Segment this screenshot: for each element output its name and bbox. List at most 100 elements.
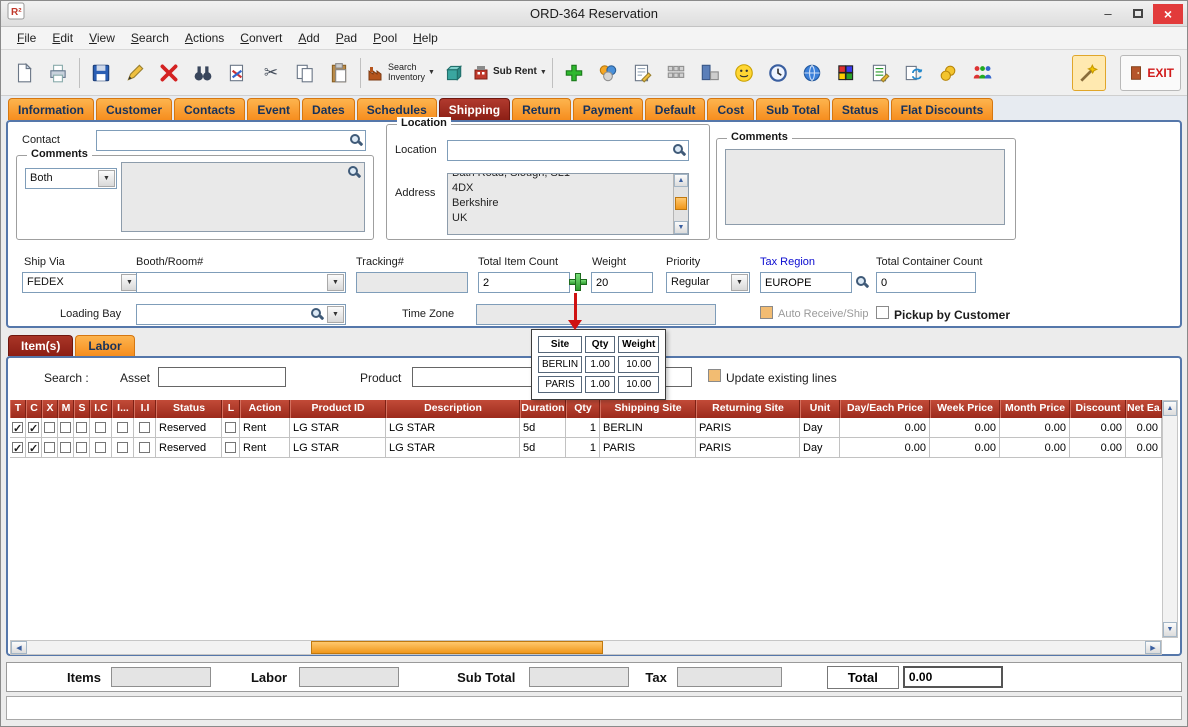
- items-vertical-scrollbar[interactable]: ▲ ▼: [1162, 400, 1178, 638]
- minimize-button[interactable]: –: [1093, 4, 1123, 24]
- table-cell[interactable]: 0.00: [930, 418, 1000, 437]
- tracking-input[interactable]: [356, 272, 468, 293]
- menu-convert[interactable]: Convert: [232, 28, 290, 48]
- search-icon[interactable]: [347, 165, 361, 179]
- chevron-down-icon[interactable]: ▼: [428, 69, 435, 76]
- paste-button[interactable]: [322, 55, 356, 91]
- table-cell[interactable]: Reserved: [156, 418, 222, 437]
- comments-filter-select[interactable]: Both ▼: [25, 168, 117, 189]
- sub-total-input[interactable]: [529, 667, 629, 687]
- table-cell[interactable]: 5d: [520, 418, 566, 437]
- scrollbar-thumb[interactable]: [311, 641, 603, 654]
- sub-rent-button[interactable]: Sub Rent ▼: [470, 55, 548, 91]
- tab-cost[interactable]: Cost: [707, 98, 754, 120]
- new-document-button[interactable]: [7, 55, 41, 91]
- update-existing-lines-checkbox[interactable]: [708, 369, 721, 382]
- column-header-net-ea-[interactable]: Net Ea...: [1126, 400, 1162, 418]
- table-cell[interactable]: PARIS: [600, 438, 696, 457]
- menu-pool[interactable]: Pool: [365, 28, 405, 48]
- scroll-up-button[interactable]: ▲: [674, 174, 688, 187]
- row-checkbox[interactable]: [12, 442, 23, 453]
- weight-input[interactable]: [591, 272, 653, 293]
- globe-button[interactable]: [795, 55, 829, 91]
- column-header-l[interactable]: L: [222, 400, 240, 418]
- row-checkbox[interactable]: [225, 442, 236, 453]
- column-header-discount[interactable]: Discount: [1070, 400, 1126, 418]
- tab-dates[interactable]: Dates: [302, 98, 355, 120]
- table-cell[interactable]: 5d: [520, 438, 566, 457]
- table-row[interactable]: ReservedRentLG STARLG STAR5d1PARISPARISD…: [10, 438, 1162, 458]
- row-checkbox[interactable]: [95, 442, 106, 453]
- pickup-by-customer-checkbox[interactable]: [876, 306, 889, 319]
- tab-payment[interactable]: Payment: [573, 98, 643, 120]
- stamps-button[interactable]: [659, 55, 693, 91]
- column-header-product-id[interactable]: Product ID: [290, 400, 386, 418]
- tax-input[interactable]: [677, 667, 782, 687]
- auto-receive-checkbox[interactable]: [760, 306, 773, 319]
- table-cell[interactable]: Reserved: [156, 438, 222, 457]
- row-checkbox[interactable]: [44, 422, 55, 433]
- table-cell[interactable]: Day: [800, 418, 840, 437]
- magic-wand-button[interactable]: [1072, 55, 1106, 91]
- table-cell[interactable]: 0.00: [1000, 418, 1070, 437]
- add-item-button[interactable]: [557, 55, 591, 91]
- tab-contacts[interactable]: Contacts: [174, 98, 245, 120]
- scroll-left-button[interactable]: ◀: [11, 641, 27, 654]
- tab-labor[interactable]: Labor: [75, 335, 134, 356]
- loading-bay-select[interactable]: ▼: [136, 304, 346, 325]
- row-checkbox[interactable]: [225, 422, 236, 433]
- table-cell[interactable]: 1: [566, 438, 600, 457]
- add-weight-button[interactable]: [568, 272, 588, 292]
- save-button[interactable]: [84, 55, 118, 91]
- tab-sub-total[interactable]: Sub Total: [756, 98, 830, 120]
- table-cell[interactable]: LG STAR: [386, 438, 520, 457]
- row-checkbox[interactable]: [12, 422, 23, 433]
- address-scrollbar[interactable]: ▲ ▼: [673, 174, 688, 234]
- row-checkbox[interactable]: [139, 442, 150, 453]
- row-checkbox[interactable]: [76, 422, 87, 433]
- column-header-s[interactable]: S: [74, 400, 90, 418]
- menu-add[interactable]: Add: [290, 28, 327, 48]
- table-cell[interactable]: 0.00: [1070, 438, 1126, 457]
- comments-textarea[interactable]: [121, 162, 365, 232]
- row-checkbox[interactable]: [76, 442, 87, 453]
- table-cell[interactable]: 0.00: [1000, 438, 1070, 457]
- column-header-duration[interactable]: Duration: [520, 400, 566, 418]
- tab-status[interactable]: Status: [832, 98, 889, 120]
- column-header-returning-site[interactable]: Returning Site: [696, 400, 800, 418]
- row-checkbox[interactable]: [28, 422, 39, 433]
- menu-pad[interactable]: Pad: [328, 28, 365, 48]
- tab-default[interactable]: Default: [645, 98, 706, 120]
- column-header-t[interactable]: T: [10, 400, 26, 418]
- column-header-week-price[interactable]: Week Price: [930, 400, 1000, 418]
- column-header-m[interactable]: M: [58, 400, 74, 418]
- search-icon[interactable]: [349, 133, 363, 147]
- menu-search[interactable]: Search: [123, 28, 177, 48]
- billing-coins-button[interactable]: [931, 55, 965, 91]
- schedule-clock-button[interactable]: [761, 55, 795, 91]
- row-checkbox[interactable]: [95, 422, 106, 433]
- convert-button[interactable]: [220, 55, 254, 91]
- scrollbar-thumb[interactable]: [675, 197, 687, 210]
- tab-customer[interactable]: Customer: [96, 98, 172, 120]
- column-header-x[interactable]: X: [42, 400, 58, 418]
- tax-region-input[interactable]: [760, 272, 852, 293]
- column-header-unit[interactable]: Unit: [800, 400, 840, 418]
- row-checkbox[interactable]: [60, 442, 71, 453]
- notes-button[interactable]: [625, 55, 659, 91]
- table-cell[interactable]: 0.00: [930, 438, 1000, 457]
- menu-view[interactable]: View: [81, 28, 123, 48]
- scroll-down-button[interactable]: ▼: [674, 221, 688, 234]
- column-header-i-i[interactable]: I.I: [134, 400, 156, 418]
- address-box[interactable]: Bath Road, Slough, SL1 4DX Berkshire UK …: [447, 173, 689, 235]
- row-checkbox[interactable]: [28, 442, 39, 453]
- search-icon[interactable]: [310, 307, 324, 321]
- row-checkbox[interactable]: [117, 442, 128, 453]
- comments-right-textarea[interactable]: [725, 149, 1005, 225]
- table-cell[interactable]: 0.00: [840, 418, 930, 437]
- total-value-input[interactable]: [903, 666, 1003, 688]
- table-cell[interactable]: LG STAR: [290, 418, 386, 437]
- table-cell[interactable]: 0.00: [1070, 418, 1126, 437]
- column-header-c[interactable]: C: [26, 400, 42, 418]
- delete-button[interactable]: [152, 55, 186, 91]
